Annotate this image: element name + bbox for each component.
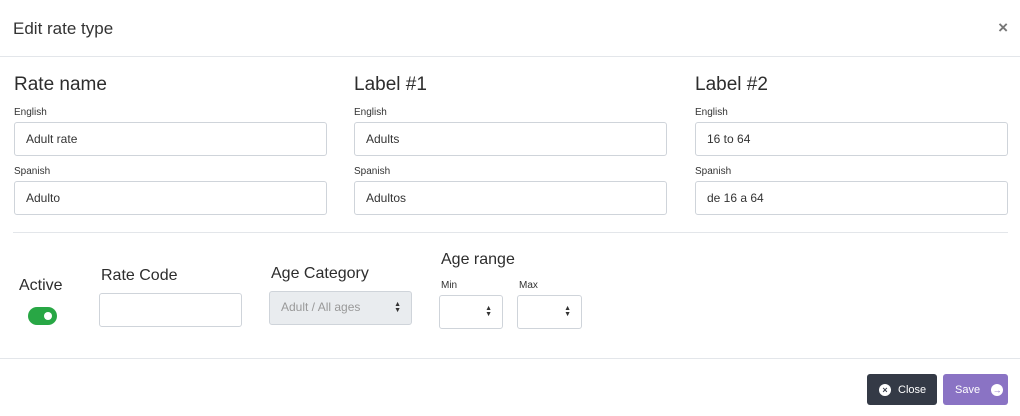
label-2-english-input[interactable]: 16 to 64 [695,122,1008,156]
toggle-knob [44,312,52,320]
rate-name-spanish-input[interactable]: Adulto [14,181,327,215]
save-button-label: Save [955,383,981,396]
age-category-select[interactable]: Adult / All ages ▲ ▼ [269,291,412,325]
label-2-spanish-input[interactable]: de 16 a 64 [695,181,1008,215]
edit-rate-type-dialog: Edit rate type × Rate name English Adult… [0,0,1020,416]
x-circle-icon: × [879,383,891,396]
close-icon[interactable]: × [998,18,1008,38]
arrow-right-circle-icon: → [991,383,1004,396]
age-min-select[interactable]: ▲ ▼ [439,295,503,329]
save-button[interactable]: Save → [943,374,1008,405]
label-1-english-label: English [354,107,387,118]
select-arrows-icon: ▲ ▼ [394,301,401,314]
select-arrows-icon: ▲ ▼ [485,305,492,318]
label-1-heading: Label #1 [354,74,427,95]
rate-name-group: Rate name English Adult rate Spanish Adu… [14,72,327,215]
active-toggle[interactable] [28,307,57,325]
max-label: Max [519,280,538,291]
min-label: Min [441,280,458,291]
section-divider [13,232,1008,233]
label-1-spanish-input[interactable]: Adultos [354,181,667,215]
footer-divider [0,358,1020,359]
age-category-label: Age Category [271,265,369,282]
select-arrows-icon: ▲ ▼ [564,305,571,318]
dialog-title: Edit rate type [13,19,114,38]
rate-name-heading: Rate name [14,74,107,95]
rate-code-label: Rate Code [101,267,178,284]
close-button-label: Close [898,383,927,396]
dialog-header: Edit rate type × [0,0,1020,57]
close-button[interactable]: × Close [867,374,937,405]
age-range-label: Age range [441,251,515,268]
label-2-spanish-label: Spanish [695,166,732,177]
active-label: Active [19,277,63,294]
rate-code-input[interactable] [99,293,242,327]
label-2-heading: Label #2 [695,74,768,95]
label-1-english-input[interactable]: Adults [354,122,667,156]
label-2-group: Label #2 English 16 to 64 Spanish de 16 … [695,72,1008,215]
label-1-spanish-label: Spanish [354,166,391,177]
label-2-english-label: English [695,107,728,118]
age-category-value: Adult / All ages [281,300,361,314]
age-max-select[interactable]: ▲ ▼ [517,295,582,329]
rate-name-english-input[interactable]: Adult rate [14,122,327,156]
label-1-group: Label #1 English Adults Spanish Adultos [354,72,667,215]
rate-name-spanish-label: Spanish [14,166,51,177]
rate-name-english-label: English [14,107,47,118]
